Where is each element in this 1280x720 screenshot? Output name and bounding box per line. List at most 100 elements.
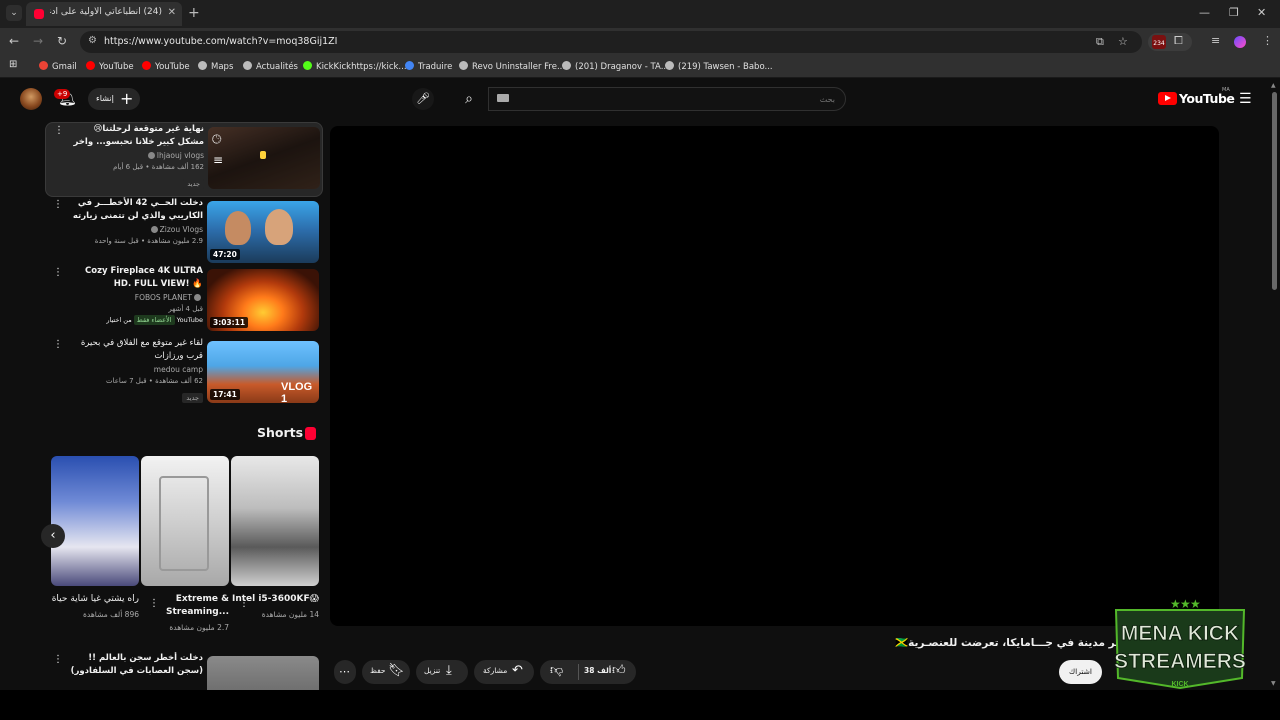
bookmark-actualites[interactable]: Actualités [243, 61, 298, 72]
bookmark-draganov[interactable]: (201) Draganov - TA... [562, 61, 669, 72]
recommended-video[interactable]: ⋮ نهاية غير متوقعة لرحلتنا😢 مشكل كبير خل… [45, 122, 323, 197]
subscribe-button[interactable]: اشتراك [1059, 660, 1102, 684]
video-title[interactable]: لقاء غير متوقع مع الفلاق في بحيرة قرب ور… [67, 337, 203, 363]
bookmark-revo[interactable]: Revo Uninstaller Fre... [459, 61, 565, 72]
video-title[interactable]: دخلت أخطر سجن بالعالم !! (سجن العصابات ف… [67, 652, 203, 678]
like-count[interactable]: 38 ألف [584, 666, 611, 675]
page-scrollbar[interactable]: ▲ ▼ [1270, 80, 1280, 690]
search-input[interactable] [488, 87, 846, 111]
scroll-up-icon[interactable]: ▲ [1271, 82, 1276, 89]
dislike-icon[interactable]: 👎︎ [550, 663, 563, 678]
share-button[interactable]: مشاركة ↶ [474, 660, 534, 684]
profile-icon[interactable] [1234, 36, 1246, 48]
minimize-icon[interactable]: — [1199, 6, 1210, 19]
short-title[interactable]: راه يشتي غيا شاية حياة [51, 593, 139, 606]
short-thumbnail[interactable] [141, 456, 229, 586]
like-icon[interactable]: 👍︎ [612, 663, 626, 678]
divider [578, 664, 579, 680]
kick-icon [303, 61, 312, 70]
tab-search-button[interactable]: ⌄ [6, 5, 22, 21]
chevron-left-icon: ‹ [50, 528, 56, 543]
add-to-queue-icon[interactable]: ≡ [213, 153, 223, 167]
channel-name[interactable]: lhjaouj vlogs [68, 151, 204, 160]
shorts-previous-button[interactable]: ‹ [41, 524, 65, 548]
bookmark-gmail[interactable]: Gmail [39, 61, 77, 72]
extensions-puzzle-icon[interactable]: ⧠ [1174, 34, 1183, 48]
video-thumbnail[interactable] [207, 656, 319, 692]
more-options-icon[interactable]: ⋮ [53, 654, 63, 665]
reload-icon[interactable]: ↻ [57, 34, 67, 48]
video-thumbnail[interactable]: 🕒︎ ≡ [208, 127, 320, 189]
bookmark-kick[interactable]: KickKickhttps://kick... [303, 61, 407, 72]
extensions-group[interactable]: 234 ⧠ [1148, 33, 1192, 51]
recommended-video[interactable]: ⋮ Cozy Fireplace 4K ULTRA HD. FULL VIEW!… [45, 265, 323, 335]
members-only-badge: الأعضاء فقط [133, 315, 175, 325]
new-tab-button[interactable]: + [188, 5, 200, 21]
search-button[interactable]: ⌕ [450, 87, 488, 111]
youtube-icon [142, 61, 151, 70]
short-meta: راه يشتي غيا شاية حياة 896 ألف مشاهدة [51, 593, 139, 619]
video-title[interactable]: Cozy Fireplace 4K ULTRA HD. FULL VIEW! 🔥 [67, 265, 203, 291]
browser-tab-active[interactable]: (24) انطباعاتي الأولية على أدغال... ✕ [26, 2, 182, 26]
browser-tab-bar: ⌄ (24) انطباعاتي الأولية على أدغال... ✕ … [0, 0, 1280, 28]
install-app-icon[interactable]: ⧉ [1096, 35, 1104, 49]
shorts-shelf-header: Shorts [240, 424, 320, 442]
taskbar [0, 690, 1280, 720]
video-thumbnail[interactable]: VLOG 1 17:41 [207, 341, 319, 403]
back-icon[interactable]: ← [9, 34, 19, 48]
guide-menu-icon[interactable]: ☰ [1239, 91, 1252, 107]
bookmark-star-icon[interactable]: ☆ [1118, 35, 1128, 48]
channel-name[interactable]: medou camp [67, 365, 203, 374]
short-thumbnail[interactable] [231, 456, 319, 586]
short-more-icon[interactable]: ⋮ [239, 598, 249, 609]
scroll-down-icon[interactable]: ▼ [1271, 680, 1276, 687]
tab-close-icon[interactable]: ✕ [168, 7, 176, 18]
video-thumbnail[interactable]: 47:20 [207, 201, 319, 263]
keyboard-icon[interactable] [497, 94, 509, 102]
site-info-icon[interactable]: ⚙ [88, 35, 97, 46]
window-close-icon[interactable]: ✕ [1257, 6, 1266, 19]
voice-search-mic-icon[interactable]: 🎤︎ [412, 88, 434, 110]
more-options-icon[interactable]: ⋮ [53, 267, 63, 278]
create-button[interactable]: إنشاء + [88, 88, 140, 110]
short-more-icon[interactable]: ⋮ [149, 598, 159, 609]
more-actions-button[interactable]: ⋯ [334, 660, 356, 684]
recommended-video[interactable]: ⋮ لقاء غير متوقع مع الفلاق في بحيرة قرب … [45, 337, 323, 407]
more-options-icon[interactable]: ⋮ [54, 125, 64, 136]
watch-later-icon[interactable]: 🕒︎ [212, 132, 222, 147]
forward-icon[interactable]: → [33, 34, 43, 48]
curated-badge: الأعضاء فقط من اختيار YouTube [106, 315, 203, 325]
channel-name[interactable]: Zizou Vlogs [67, 225, 203, 234]
video-title[interactable]: دخلت الحــي 42 الأخطـــر في الكاريبي وال… [67, 197, 203, 223]
recommended-video[interactable]: ⋮ دخلت أخطر سجن بالعالم !! (سجن العصابات… [45, 652, 323, 692]
new-badge: جديد [183, 179, 204, 189]
youtube-icon [86, 61, 95, 70]
bookmark-youtube-2[interactable]: YouTube [142, 61, 190, 72]
video-player[interactable] [330, 126, 1219, 626]
address-bar[interactable]: ⚙ https://www.youtube.com/watch?v=moq38G… [80, 31, 1142, 53]
extension-badge[interactable]: 234 [1152, 35, 1166, 49]
more-options-icon[interactable]: ⋮ [53, 199, 63, 210]
verified-icon [147, 152, 155, 159]
video-thumbnail[interactable]: 3:03:11 [207, 269, 319, 331]
bookmark-youtube-1[interactable]: YouTube [86, 61, 134, 72]
video-title[interactable]: نهاية غير متوقعة لرحلتنا😢 مشكل كبير خلان… [68, 123, 204, 149]
url-text[interactable]: https://www.youtube.com/watch?v=moq38Gij… [104, 36, 337, 47]
bookmark-tawsen[interactable]: (219) Tawsen - Babo... [665, 61, 773, 72]
channel-name[interactable]: FOBOS PLANET [67, 293, 203, 302]
bookmark-traduire[interactable]: Traduire [405, 61, 452, 72]
scrollbar-thumb[interactable] [1272, 92, 1277, 290]
more-options-icon[interactable]: ⋮ [53, 339, 63, 350]
video-duration: 47:20 [210, 249, 240, 260]
save-button[interactable]: حفظ 🔖︎ [362, 660, 410, 684]
apps-grid-icon[interactable]: ⊞ [9, 59, 17, 70]
browser-menu-icon[interactable]: ⋮ [1262, 34, 1273, 47]
recommended-video[interactable]: ⋮ دخلت الحــي 42 الأخطـــر في الكاريبي و… [45, 197, 323, 267]
short-thumbnail[interactable] [51, 456, 139, 586]
video-stats: قبل 4 أشهر [168, 305, 203, 313]
reading-list-icon[interactable]: ≡ [1211, 34, 1220, 47]
account-avatar[interactable] [20, 88, 42, 110]
download-button[interactable]: تنزيل ⤓ [416, 660, 468, 684]
bookmark-maps[interactable]: Maps [198, 61, 233, 72]
restore-icon[interactable]: ❐ [1229, 6, 1239, 19]
